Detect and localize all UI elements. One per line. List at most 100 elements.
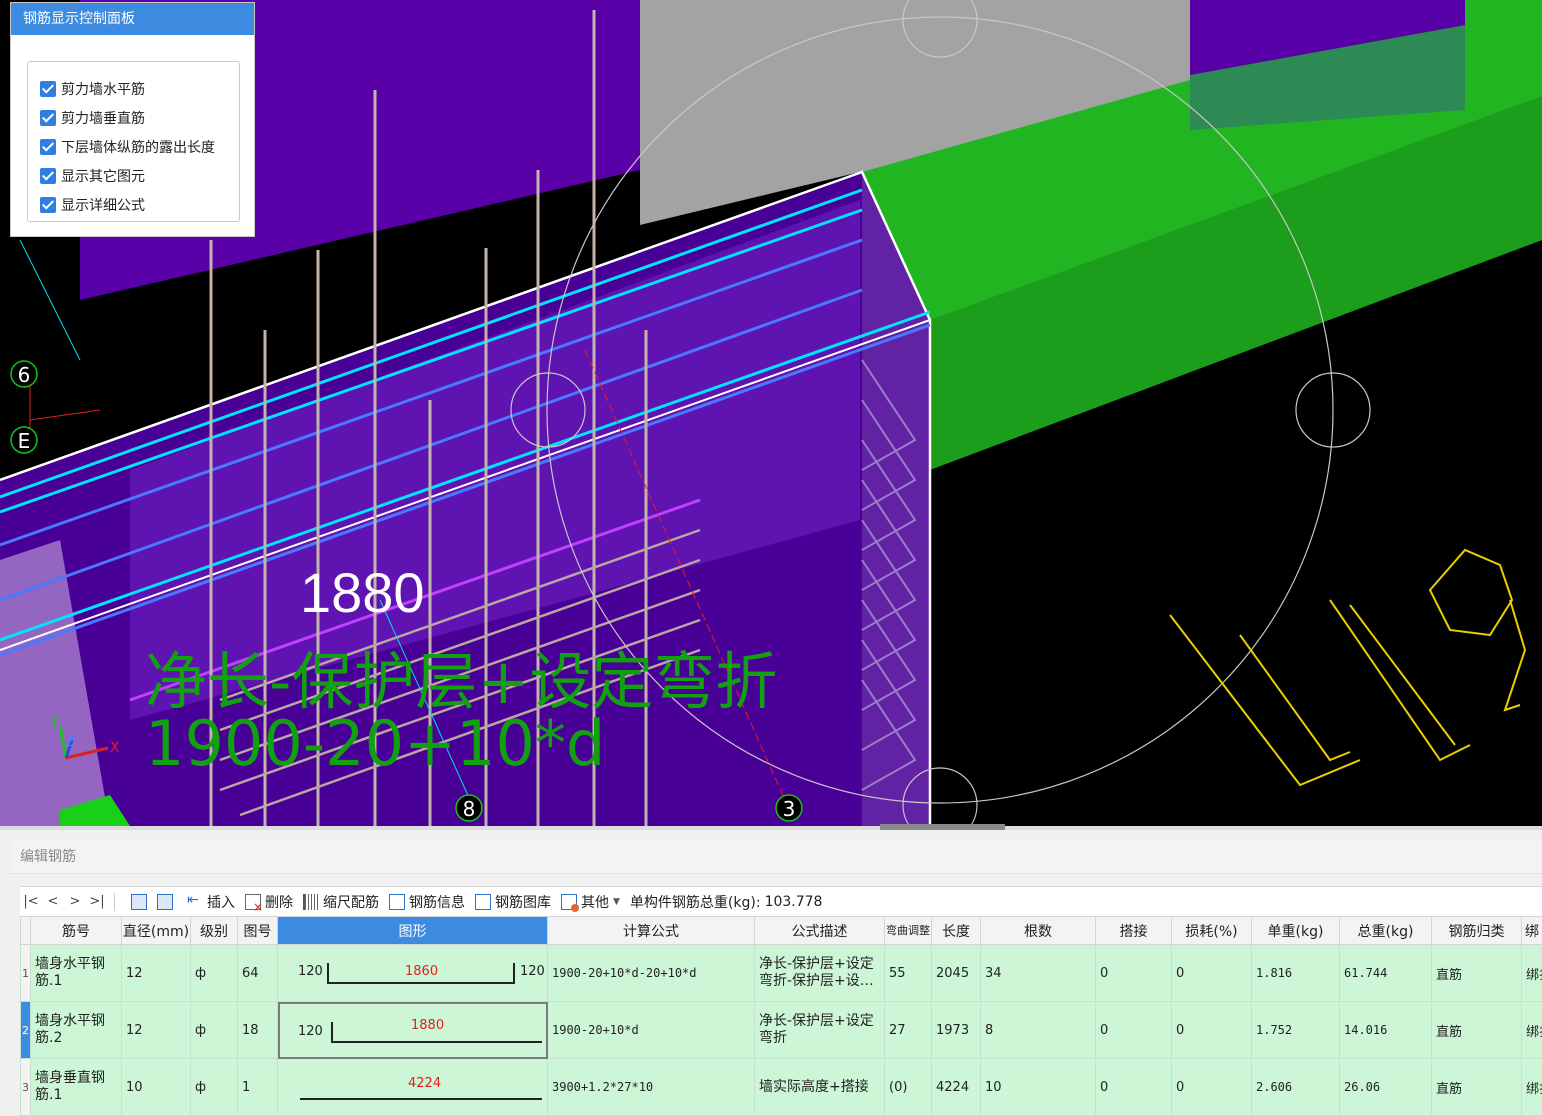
header-bend-adjust[interactable]: 弯曲调整 [885, 917, 932, 945]
checkbox-checked-icon[interactable] [40, 139, 56, 155]
cell-grade[interactable]: ф [191, 1059, 238, 1116]
checkbox-checked-icon[interactable] [40, 197, 56, 213]
prev-record-button[interactable]: < [42, 894, 64, 909]
shape-main-length[interactable]: 4224 [408, 1076, 441, 1091]
cell-figure-number[interactable]: 18 [238, 1002, 278, 1059]
header-total-weight[interactable]: 总重(kg) [1340, 917, 1432, 945]
next-record-button[interactable]: > [64, 894, 86, 909]
cell-shape[interactable]: 120 1860 120 [278, 945, 548, 1002]
cell-total-weight[interactable]: 14.016 [1340, 1002, 1432, 1059]
cell-count[interactable]: 34 [981, 945, 1096, 1002]
option-show-detailed-formula[interactable]: 显示详细公式 [28, 190, 239, 219]
scale-rebar-button[interactable]: 缩尺配筋 [303, 892, 379, 912]
cell-loss[interactable]: 0 [1172, 945, 1252, 1002]
option-show-other-elements[interactable]: 显示其它图元 [28, 161, 239, 190]
cell-unit-weight[interactable]: 1.816 [1252, 945, 1340, 1002]
rebar-library-button[interactable]: 钢筋图库 [475, 892, 551, 912]
row-number[interactable]: 3 [21, 1059, 31, 1116]
cell-bind[interactable]: 绑扎 [1522, 945, 1542, 1002]
cell-unit-weight[interactable]: 2.606 [1252, 1059, 1340, 1116]
insert-button[interactable]: 插入 [187, 892, 235, 912]
editor-title: 编辑钢筋 [10, 840, 1542, 874]
cell-bar-name[interactable]: 墙身水平钢筋.1 [31, 945, 122, 1002]
checkbox-checked-icon[interactable] [40, 110, 56, 126]
row-number[interactable]: 2 [21, 1002, 31, 1059]
header-bar-number[interactable]: 筋号 [31, 917, 122, 945]
cell-grade[interactable]: ф [191, 1002, 238, 1059]
cell-total-weight[interactable]: 61.744 [1340, 945, 1432, 1002]
cell-diameter[interactable]: 12 [122, 1002, 191, 1059]
table-row[interactable]: 3 墙身垂直钢筋.1 10 ф 1 4224 3900+1.2*27*10 墙实… [21, 1059, 1542, 1116]
option-shear-wall-vertical[interactable]: 剪力墙垂直筋 [28, 103, 239, 132]
header-loss[interactable]: 损耗(%) [1172, 917, 1252, 945]
table-row[interactable]: 2 墙身水平钢筋.2 12 ф 18 120 1880 1900-20+10*d… [21, 1002, 1542, 1059]
move-up-button[interactable] [131, 894, 151, 910]
row-number[interactable]: 1 [21, 945, 31, 1002]
cell-lap[interactable]: 0 [1096, 945, 1172, 1002]
cell-formula-desc[interactable]: 净长-保护层+设定弯折-保护层+设… [755, 945, 885, 1002]
header-shape[interactable]: 图形 [278, 917, 548, 945]
cell-total-weight[interactable]: 26.06 [1340, 1059, 1432, 1116]
cell-loss[interactable]: 0 [1172, 1059, 1252, 1116]
resize-handle[interactable] [880, 824, 1005, 830]
header-bind[interactable]: 绑 [1522, 917, 1542, 945]
header-diameter[interactable]: 直径(mm) [122, 917, 191, 945]
cell-shape[interactable]: 120 1880 [278, 1002, 548, 1059]
delete-button[interactable]: 删除 [245, 892, 293, 912]
3d-viewport[interactable]: 6 E 8 3 1880 净长-保护层+设定弯折 1900-20+10*d X … [0, 0, 1542, 826]
cell-count[interactable]: 10 [981, 1059, 1096, 1116]
header-length[interactable]: 长度 [932, 917, 981, 945]
header-category[interactable]: 钢筋归类 [1432, 917, 1522, 945]
cell-unit-weight[interactable]: 1.752 [1252, 1002, 1340, 1059]
cell-length[interactable]: 4224 [932, 1059, 981, 1116]
cell-formula-desc[interactable]: 墙实际高度+搭接 [755, 1059, 885, 1116]
cell-bind[interactable]: 绑扎 [1522, 1002, 1542, 1059]
header-count[interactable]: 根数 [981, 917, 1096, 945]
header-formula-desc[interactable]: 公式描述 [755, 917, 885, 945]
header-lap[interactable]: 搭接 [1096, 917, 1172, 945]
cell-formula[interactable]: 1900-20+10*d [548, 1002, 755, 1059]
last-record-button[interactable]: >| [86, 894, 108, 909]
cell-bar-name[interactable]: 墙身水平钢筋.2 [31, 1002, 122, 1059]
other-dropdown-button[interactable]: 其他▼ [561, 892, 620, 912]
cell-formula[interactable]: 1900-20+10*d-20+10*d [548, 945, 755, 1002]
cell-category[interactable]: 直筋 [1432, 1059, 1522, 1116]
move-down-button[interactable] [157, 894, 177, 910]
header-grade[interactable]: 级别 [191, 917, 238, 945]
cell-bend-adjust[interactable]: 55 [885, 945, 932, 1002]
cell-category[interactable]: 直筋 [1432, 945, 1522, 1002]
cell-formula-desc[interactable]: 净长-保护层+设定弯折 [755, 1002, 885, 1059]
header-formula[interactable]: 计算公式 [548, 917, 755, 945]
cell-lap[interactable]: 0 [1096, 1002, 1172, 1059]
cell-count[interactable]: 8 [981, 1002, 1096, 1059]
option-shear-wall-horizontal[interactable]: 剪力墙水平筋 [28, 74, 239, 103]
cell-formula[interactable]: 3900+1.2*27*10 [548, 1059, 755, 1116]
cell-category[interactable]: 直筋 [1432, 1002, 1522, 1059]
cell-figure-number[interactable]: 64 [238, 945, 278, 1002]
cell-grade[interactable]: ф [191, 945, 238, 1002]
cell-length[interactable]: 1973 [932, 1002, 981, 1059]
cell-lap[interactable]: 0 [1096, 1059, 1172, 1116]
shape-main-length[interactable]: 1880 [411, 1018, 444, 1033]
cell-bind[interactable]: 绑扎 [1522, 1059, 1542, 1116]
first-record-button[interactable]: |< [20, 894, 42, 909]
rebar-info-button[interactable]: 钢筋信息 [389, 892, 465, 912]
rebar-display-control-panel: 钢筋显示控制面板 剪力墙水平筋 剪力墙垂直筋 下层墙体纵筋的露出长度 显示其它图… [10, 2, 255, 237]
cell-figure-number[interactable]: 1 [238, 1059, 278, 1116]
table-row[interactable]: 1 墙身水平钢筋.1 12 ф 64 120 1860 120 1900-20+… [21, 945, 1542, 1002]
cell-length[interactable]: 2045 [932, 945, 981, 1002]
shape-main-length[interactable]: 1860 [405, 964, 438, 979]
checkbox-checked-icon[interactable] [40, 168, 56, 184]
cell-bend-adjust[interactable]: 27 [885, 1002, 932, 1059]
checkbox-checked-icon[interactable] [40, 81, 56, 97]
header-unit-weight[interactable]: 单重(kg) [1252, 917, 1340, 945]
option-lower-wall-exposed-length[interactable]: 下层墙体纵筋的露出长度 [28, 132, 239, 161]
cell-shape[interactable]: 4224 [278, 1059, 548, 1116]
control-panel-title[interactable]: 钢筋显示控制面板 [11, 3, 254, 35]
cell-diameter[interactable]: 12 [122, 945, 191, 1002]
cell-diameter[interactable]: 10 [122, 1059, 191, 1116]
cell-loss[interactable]: 0 [1172, 1002, 1252, 1059]
cell-bar-name[interactable]: 墙身垂直钢筋.1 [31, 1059, 122, 1116]
cell-bend-adjust[interactable]: (0) [885, 1059, 932, 1116]
header-figure-number[interactable]: 图号 [238, 917, 278, 945]
